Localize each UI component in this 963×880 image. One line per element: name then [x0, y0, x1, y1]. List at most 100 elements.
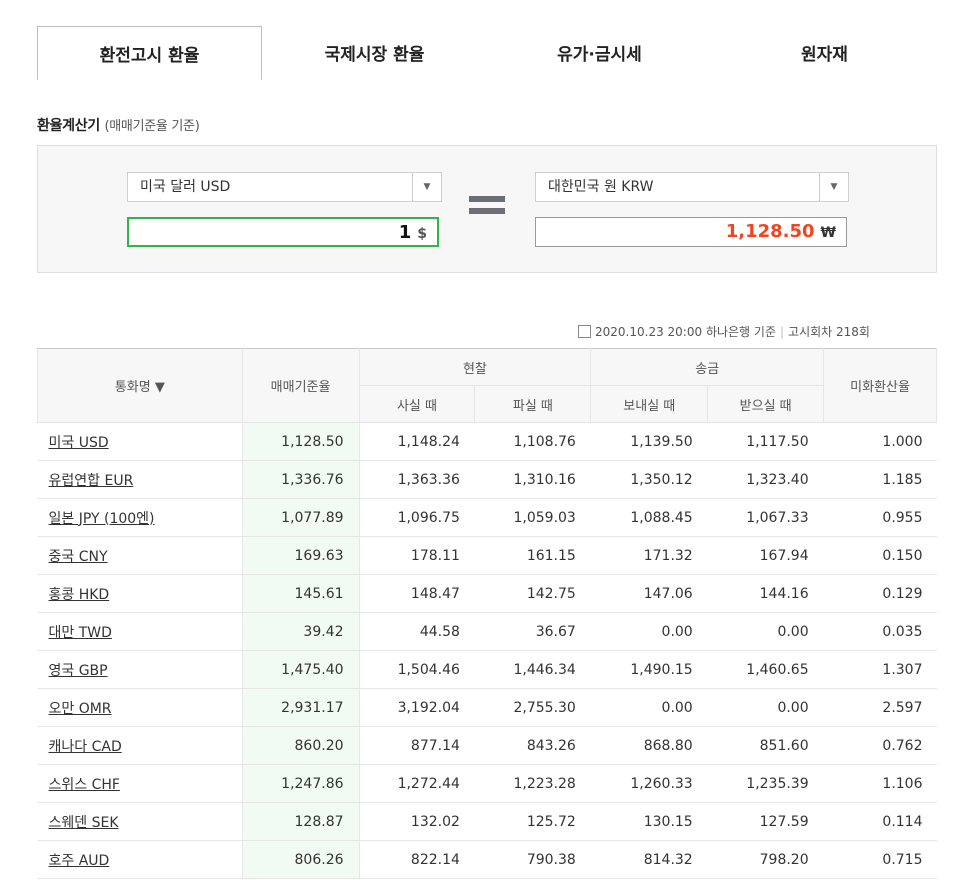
dollar-unit: $ [417, 226, 427, 242]
cash-buy-cell: 1,272.44 [359, 764, 475, 803]
cash-sell-cell: 790.38 [474, 840, 591, 879]
to-currency-select[interactable]: 대한민국 원 KRW ▼ [535, 172, 849, 202]
currency-name-cell: 호주 AUD [37, 840, 243, 879]
currency-link[interactable]: 홍콩 HKD [49, 587, 110, 603]
cash-buy-cell: 44.58 [359, 612, 475, 651]
base-rate-cell: 860.20 [241, 726, 360, 765]
base-rate-cell: 2,931.17 [241, 688, 360, 727]
currency-link[interactable]: 영국 GBP [49, 663, 108, 679]
base-rate-cell: 1,077.89 [241, 498, 360, 537]
currency-name-cell: 스위스 CHF [37, 764, 243, 803]
table-row: 스웨덴 SEK 128.87 132.02 125.72 130.15 127.59 0.1… [37, 802, 937, 841]
table-row: 오만 OMR 2,931.17 3,192.04 2,755.30 0.00 0.00 2.… [37, 688, 937, 727]
usd-rate-cell: 0.129 [823, 574, 937, 613]
usd-rate-cell: 0.955 [823, 498, 937, 537]
cash-buy-cell: 877.14 [359, 726, 475, 765]
calculator-box: 미국 달러 USD ▼ 1 $ 대한민국 원 KRW ▼ 1,128.50 ₩ [37, 145, 937, 273]
cash-buy-cell: 3,192.04 [359, 688, 475, 727]
tab-bar: 환전고시 환율 국제시장 환율 유가·금시세 원자재 [37, 26, 937, 80]
exchange-rate-table: 통화명 ▼ 매매기준율 현찰 송금 미화환산율 사실 때 파실 때 보내실 때 … [37, 348, 937, 879]
currency-link[interactable]: 미국 USD [49, 435, 109, 451]
header-remit-send: 보내실 때 [590, 385, 709, 423]
chevron-down-icon[interactable]: ▼ [412, 173, 441, 201]
remit-send-cell: 1,139.50 [590, 422, 708, 461]
rate-meta: 2020.10.23 20:00 하나은행 기준 | 고시회차 218회 [578, 323, 870, 340]
cash-sell-cell: 125.72 [474, 802, 591, 841]
table-row: 호주 AUD 806.26 822.14 790.38 814.32 798.20 0.71… [37, 840, 937, 879]
cash-buy-cell: 178.11 [359, 536, 475, 575]
currency-link[interactable]: 일본 JPY (100엔) [49, 511, 155, 527]
remit-send-cell: 0.00 [590, 612, 708, 651]
cash-buy-cell: 1,504.46 [359, 650, 475, 689]
to-currency-label: 대한민국 원 KRW [548, 179, 654, 195]
won-unit: ₩ [820, 225, 836, 241]
cash-sell-cell: 843.26 [474, 726, 591, 765]
remit-receive-cell: 1,067.33 [707, 498, 824, 537]
header-cash-buy: 사실 때 [358, 385, 476, 423]
usd-rate-cell: 0.762 [823, 726, 937, 765]
tab-international-market[interactable]: 국제시장 환율 [262, 26, 487, 79]
base-rate-cell: 169.63 [241, 536, 360, 575]
header-remit: 송금 [590, 348, 825, 386]
cash-sell-cell: 36.67 [474, 612, 591, 651]
currency-name-cell: 대만 TWD [37, 612, 243, 651]
tab-raw-materials[interactable]: 원자재 [712, 26, 937, 79]
usd-rate-cell: 0.114 [823, 802, 937, 841]
calendar-icon [578, 325, 591, 338]
remit-send-cell: 868.80 [590, 726, 708, 765]
header-currency[interactable]: 통화명 ▼ [37, 348, 243, 423]
usd-rate-cell: 2.597 [823, 688, 937, 727]
cash-sell-cell: 1,108.76 [474, 422, 591, 461]
currency-name-cell: 유럽연합 EUR [37, 460, 243, 499]
cash-buy-cell: 822.14 [359, 840, 475, 879]
currency-name-cell: 중국 CNY [37, 536, 243, 575]
currency-link[interactable]: 캐나다 CAD [49, 739, 122, 755]
base-rate-cell: 806.26 [241, 840, 360, 879]
base-rate-cell: 1,128.50 [241, 422, 360, 461]
usd-rate-cell: 1.000 [823, 422, 937, 461]
chevron-down-icon[interactable]: ▼ [819, 173, 848, 201]
sort-caret-icon[interactable]: ▼ [155, 380, 165, 395]
currency-link[interactable]: 스위스 CHF [49, 777, 120, 793]
rate-datetime: 2020.10.23 20:00 [595, 325, 703, 339]
currency-link[interactable]: 중국 CNY [49, 549, 108, 565]
cash-sell-cell: 142.75 [474, 574, 591, 613]
base-rate-cell: 145.61 [241, 574, 360, 613]
cash-sell-cell: 161.15 [474, 536, 591, 575]
currency-link[interactable]: 유럽연합 EUR [49, 473, 134, 489]
remit-receive-cell: 1,235.39 [707, 764, 824, 803]
remit-receive-cell: 127.59 [707, 802, 824, 841]
from-amount-input[interactable]: 1 $ [127, 217, 439, 247]
currency-link[interactable]: 스웨덴 SEK [49, 815, 119, 831]
table-row: 유럽연합 EUR 1,336.76 1,363.36 1,310.16 1,350.12… [37, 460, 937, 499]
base-rate-cell: 1,336.76 [241, 460, 360, 499]
table-row: 캐나다 CAD 860.20 877.14 843.26 868.80 851.60 0.7… [37, 726, 937, 765]
usd-rate-cell: 0.715 [823, 840, 937, 879]
currency-link[interactable]: 오만 OMR [49, 701, 112, 717]
equals-icon [469, 196, 505, 220]
usd-rate-cell: 0.150 [823, 536, 937, 575]
base-rate-cell: 39.42 [241, 612, 360, 651]
rate-bank: 하나은행 기준 [705, 325, 776, 339]
remit-send-cell: 814.32 [590, 840, 708, 879]
remit-send-cell: 1,088.45 [590, 498, 708, 537]
base-rate-cell: 1,247.86 [241, 764, 360, 803]
rate-round: 고시회차 218회 [788, 325, 870, 339]
from-currency-select[interactable]: 미국 달러 USD ▼ [127, 172, 442, 202]
tab-oil-gold[interactable]: 유가·금시세 [487, 26, 712, 79]
cash-buy-cell: 1,363.36 [359, 460, 475, 499]
cash-sell-cell: 2,755.30 [474, 688, 591, 727]
tab-exchange-notice[interactable]: 환전고시 환율 [37, 26, 262, 80]
from-currency-label: 미국 달러 USD [140, 179, 231, 195]
currency-link[interactable]: 호주 AUD [49, 853, 110, 869]
header-base-rate: 매매기준율 [241, 348, 360, 423]
usd-rate-cell: 1.185 [823, 460, 937, 499]
from-amount-value: 1 [398, 222, 412, 243]
remit-receive-cell: 798.20 [707, 840, 824, 879]
cash-buy-cell: 148.47 [359, 574, 475, 613]
exchange-rate-panel: 환전고시 환율 국제시장 환율 유가·금시세 원자재 환율계산기 (매매기준율 … [37, 26, 937, 273]
remit-receive-cell: 1,460.65 [707, 650, 824, 689]
cash-sell-cell: 1,310.16 [474, 460, 591, 499]
remit-receive-cell: 851.60 [707, 726, 824, 765]
currency-link[interactable]: 대만 TWD [49, 625, 112, 641]
